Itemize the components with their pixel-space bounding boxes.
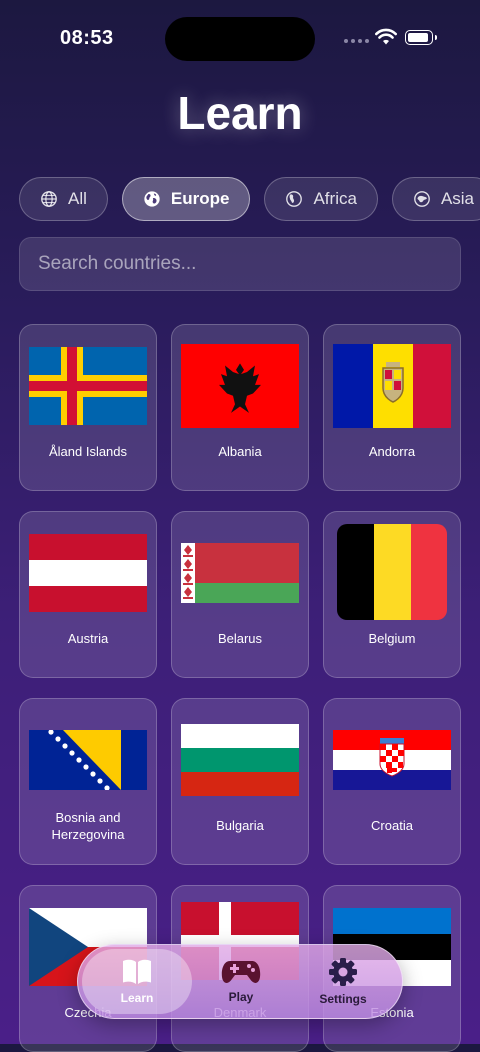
page-title: Learn (177, 87, 303, 139)
country-card[interactable]: Bulgaria (171, 698, 309, 865)
tab-label: Learn (120, 991, 154, 1005)
status-time: 08:53 (60, 27, 114, 49)
tab-label: Settings (319, 992, 367, 1006)
tab-settings[interactable]: Settings (288, 949, 398, 1014)
search-input[interactable] (20, 238, 460, 290)
country-name: Andorra (368, 444, 416, 460)
battery-icon (405, 30, 437, 45)
filter-chip-asia[interactable]: Asia (391, 177, 480, 221)
country-card[interactable]: Belgium (323, 511, 461, 678)
country-name: Belgium (368, 631, 416, 647)
flag-andorra (333, 344, 451, 428)
country-name: Bulgaria (216, 818, 264, 834)
flag-bosnia (29, 730, 147, 790)
country-card[interactable]: Albania (171, 324, 309, 491)
country-card[interactable]: Austria (19, 511, 157, 678)
filter-chip-africa[interactable]: Africa (264, 177, 378, 221)
gear-icon (328, 957, 358, 987)
dynamic-island (165, 17, 315, 61)
globe-icon (41, 191, 57, 207)
filter-chip-label: Asia (440, 189, 475, 208)
filter-chip-all[interactable]: All (19, 177, 108, 221)
country-name: Croatia (371, 818, 413, 834)
country-card[interactable]: Andorra (323, 324, 461, 491)
globe-africa-icon (286, 191, 303, 207)
cellular-signal-icon (344, 39, 369, 43)
filter-chip-label: All (68, 189, 87, 208)
flag-austria (29, 534, 147, 612)
filter-chip-europe[interactable]: Europe (121, 177, 251, 221)
region-filter-bar: All Europe Africa Asia (19, 177, 480, 221)
country-name: Belarus (217, 631, 263, 647)
status-bar: 08:53 (0, 0, 480, 80)
globe-asia-icon (414, 191, 430, 207)
country-card[interactable]: Belarus (171, 511, 309, 678)
wifi-icon (375, 28, 397, 45)
country-name: Austria (67, 631, 109, 647)
country-name: Bosnia and Herzegovina (51, 809, 125, 842)
globe-europe-icon (144, 191, 160, 207)
gamepad-icon (221, 959, 261, 985)
filter-chip-label: Europe (170, 189, 230, 208)
country-name: Åland Islands (48, 444, 128, 460)
flag-belarus (181, 543, 299, 603)
flag-albania (181, 344, 299, 428)
tab-bar: Learn Play Settings (77, 944, 403, 1019)
tab-play[interactable]: Play (186, 949, 296, 1014)
book-icon (121, 958, 153, 986)
filter-chip-label: Africa (313, 189, 357, 208)
country-card[interactable]: Bosnia and Herzegovina (19, 698, 157, 865)
tab-learn[interactable]: Learn (82, 949, 192, 1014)
flag-bulgaria (181, 724, 299, 796)
tab-label: Play (228, 990, 254, 1004)
search-bar (19, 237, 461, 291)
flag-croatia (333, 730, 451, 790)
country-name: Albania (218, 444, 262, 460)
country-card[interactable]: Croatia (323, 698, 461, 865)
country-card[interactable]: Åland Islands (19, 324, 157, 491)
flag-aland (29, 347, 147, 425)
flag-belgium (337, 524, 447, 620)
country-grid: Åland Islands Albania Andorra Austria Be… (19, 324, 461, 1052)
